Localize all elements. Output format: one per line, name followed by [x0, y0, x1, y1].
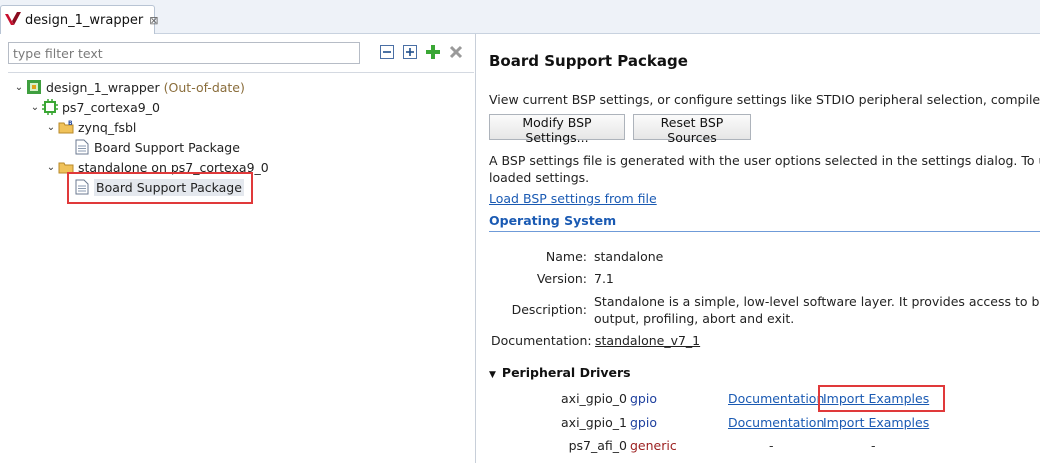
driver-documentation-empty: -	[769, 438, 774, 453]
project-tree: ⌄ design_1_wrapper (Out-of-date) ⌄ ps7_c…	[8, 72, 474, 460]
bsp-overview-pane: Board Support Package View current BSP s…	[477, 34, 1040, 463]
page-title: Board Support Package	[489, 52, 688, 70]
tree-item-label: zynq_fsbl	[78, 119, 137, 135]
driver-type: gpio	[630, 391, 657, 406]
import-examples-link[interactable]: Import Examples	[823, 415, 929, 430]
peripheral-drivers-label: Peripheral Drivers	[501, 365, 631, 380]
vitis-logo-icon	[5, 11, 21, 29]
tree-item-fsbl-bsp[interactable]: Board Support Package	[74, 137, 240, 157]
out-of-date-status: (Out-of-date)	[163, 79, 245, 95]
os-description-label: Description:	[511, 302, 587, 317]
driver-instance-name: ps7_afi_0	[568, 438, 627, 453]
filter-row	[8, 42, 468, 64]
collapse-all-icon[interactable]	[378, 43, 396, 61]
add-icon[interactable]	[424, 43, 442, 61]
highlight-box	[67, 172, 253, 204]
driver-instance-name: axi_gpio_0	[561, 391, 627, 406]
driver-row: axi_gpio_0 gpio Documentation Import Exa…	[477, 391, 1040, 409]
collapse-triangle-icon[interactable]: ▼	[489, 370, 496, 380]
processor-chip-icon	[42, 99, 58, 115]
driver-row: axi_gpio_1 gpio Documentation Import Exa…	[477, 415, 1040, 433]
tab-title: design_1_wrapper	[25, 12, 144, 28]
bsp-info-line: A BSP settings file is generated with th…	[489, 153, 1040, 168]
driver-type: generic	[630, 438, 677, 453]
reset-bsp-sources-button[interactable]: Reset BSP Sources	[633, 114, 751, 145]
remove-icon[interactable]	[447, 43, 465, 61]
chevron-down-icon[interactable]: ⌄	[44, 122, 58, 133]
driver-row: ps7_afi_0 generic - -	[477, 438, 1040, 456]
operating-system-heading: Operating System	[489, 213, 617, 228]
tree-item-label: ps7_cortexa9_0	[62, 99, 160, 115]
os-name-label: Name:	[545, 249, 587, 264]
import-examples-empty: -	[871, 438, 876, 453]
project-explorer-pane: ⌄ design_1_wrapper (Out-of-date) ⌄ ps7_c…	[0, 34, 476, 463]
tree-item-design-wrapper[interactable]: ⌄ design_1_wrapper (Out-of-date)	[12, 77, 245, 97]
modify-bsp-settings-button[interactable]: Modify BSP Settings...	[489, 114, 625, 145]
tree-item-label: design_1_wrapper	[46, 79, 160, 95]
domain-folder-icon: B	[58, 119, 74, 135]
tab-design-1-wrapper[interactable]: design_1_wrapper ⊠	[0, 5, 158, 34]
highlight-box	[818, 385, 945, 412]
chevron-down-icon[interactable]: ⌄	[12, 82, 26, 93]
bsp-description: View current BSP settings, or configure …	[489, 92, 1040, 107]
svg-text:B: B	[68, 120, 73, 127]
system-project-icon	[26, 79, 42, 95]
chevron-down-icon[interactable]: ⌄	[44, 162, 58, 173]
os-documentation-label: Documentation:	[491, 333, 592, 348]
filter-input[interactable]	[8, 42, 360, 64]
bsp-info-text: A BSP settings file is generated with th…	[489, 152, 1040, 186]
peripheral-drivers-heading[interactable]: ▼ Peripheral Drivers	[489, 365, 631, 380]
editor-tab-bar: design_1_wrapper ⊠	[0, 0, 1040, 34]
os-description-value: Standalone is a simple, low-level softwa…	[594, 293, 1040, 327]
chevron-down-icon[interactable]: ⌄	[28, 102, 42, 113]
expand-all-icon[interactable]	[401, 43, 419, 61]
tree-item-processor[interactable]: ⌄ ps7_cortexa9_0	[28, 97, 160, 117]
os-documentation-link[interactable]: standalone_v7_1	[595, 333, 700, 348]
bsp-info-line: loaded settings.	[489, 170, 590, 185]
driver-type: gpio	[630, 415, 657, 430]
os-name-value: standalone	[594, 249, 664, 264]
tree-item-label: Board Support Package	[94, 139, 240, 155]
os-description-line: output, profiling, abort and exit.	[594, 311, 795, 326]
driver-documentation-link[interactable]: Documentation	[728, 391, 824, 406]
load-bsp-settings-link[interactable]: Load BSP settings from file	[489, 191, 657, 206]
driver-documentation-link[interactable]: Documentation	[728, 415, 824, 430]
driver-instance-name: axi_gpio_1	[561, 415, 627, 430]
section-divider	[489, 231, 1040, 232]
tree-item-zynq-fsbl[interactable]: ⌄ B zynq_fsbl	[44, 117, 137, 137]
tree-toolbar	[378, 43, 465, 61]
os-description-line: Standalone is a simple, low-level softwa…	[594, 294, 1040, 309]
os-version-label: Version:	[536, 271, 587, 286]
os-version-value: 7.1	[594, 271, 614, 286]
document-icon	[74, 139, 90, 155]
close-tab-icon[interactable]: ⊠	[149, 14, 158, 27]
